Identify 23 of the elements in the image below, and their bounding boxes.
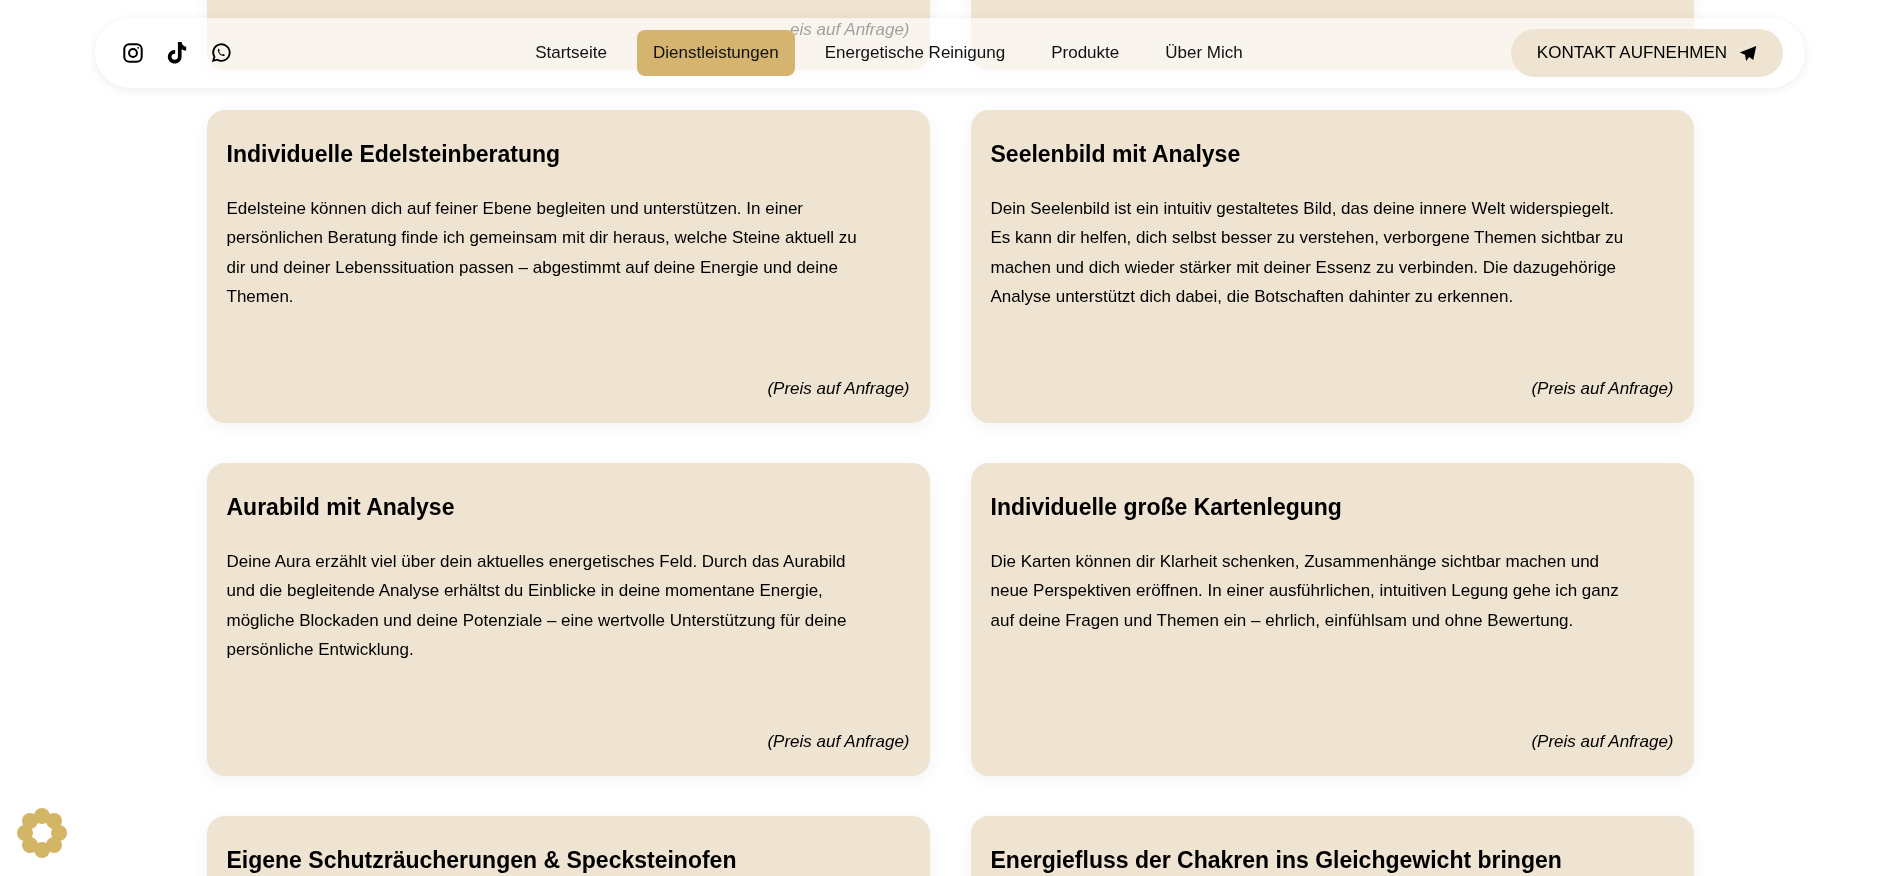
card-description: Deine Aura erzählt viel über dein aktuelles energetisches Feld. Durch das Aurabild und die begleitende Analyse erhältst du Einblicke in deine momentane Energie, mögliche Blockaden und deine Potenziale – eine wertvolle Unterstützung für deine persönliche Entwicklung.: [226, 550, 848, 662]
price-note: (Preis auf Anfrage): [1531, 730, 1674, 753]
tiktok-icon[interactable]: [166, 41, 188, 65]
nav-link[interactable]: Energetische Reinigung: [808, 39, 1022, 67]
card-title: Energiefluss der Chakren ins Gleichgewicht bringen: [990, 846, 1563, 875]
nav-link[interactable]: Über Mich: [1149, 39, 1259, 67]
card-description: Edelsteine können dich auf feiner Ebene begleiten und unterstützen. In einer persönlichen Beratung finde ich gemeinsam mit dir heraus, welche Steine aktuell zu dir und deiner Lebenssituation passen – abgestimmt auf deine Energie und deine Themen.: [226, 197, 858, 309]
instagram-icon[interactable]: [122, 42, 144, 64]
card-title: Individuelle große Kartenlegung: [990, 493, 1343, 522]
whatsapp-icon[interactable]: [210, 42, 232, 64]
card-title: Individuelle Edelsteinberatung: [226, 140, 562, 169]
card-title: Eigene Schutzräucherungen & Specksteinofen: [226, 846, 738, 875]
contact-button[interactable]: KONTAKT AUFNEHMEN: [1510, 29, 1783, 77]
nav-link[interactable]: Startseite: [519, 39, 623, 67]
price-note: (Preis auf Anfrage): [767, 730, 910, 753]
price-note: (Preis auf Anfrage): [1531, 377, 1674, 400]
send-icon: [1739, 44, 1757, 62]
card-title: Seelenbild mit Analyse: [990, 140, 1242, 169]
nav-link[interactable]: Produkte: [1035, 39, 1136, 67]
card-description: Dein Seelenbild ist ein intuitiv gestaltetes Bild, das deine innere Welt widerspiegelt. Es kann dir helfen, dich selbst besser zu verstehen, verborgene Themen sichtbar zu machen und dich wieder stärker mit deiner Essenz zu verbinden. Die dazugehörige Analyse unterstützt dich dabei, die Botschaften dahinter zu erkennen.: [990, 197, 1625, 309]
card-description: Die Karten können dir Klarheit schenken, Zusammenhänge sichtbar machen und neue Perspektiven eröffnen. In einer ausführlichen, intuitiven Legung gehe ich ganz auf deine Fragen und Themen ein – ehrlich, einfühlsam und ohne Bewertung.: [990, 550, 1620, 632]
price-note: (Preis auf Anfrage): [767, 377, 910, 400]
card-title: Aurabild mit Analyse: [226, 493, 456, 522]
